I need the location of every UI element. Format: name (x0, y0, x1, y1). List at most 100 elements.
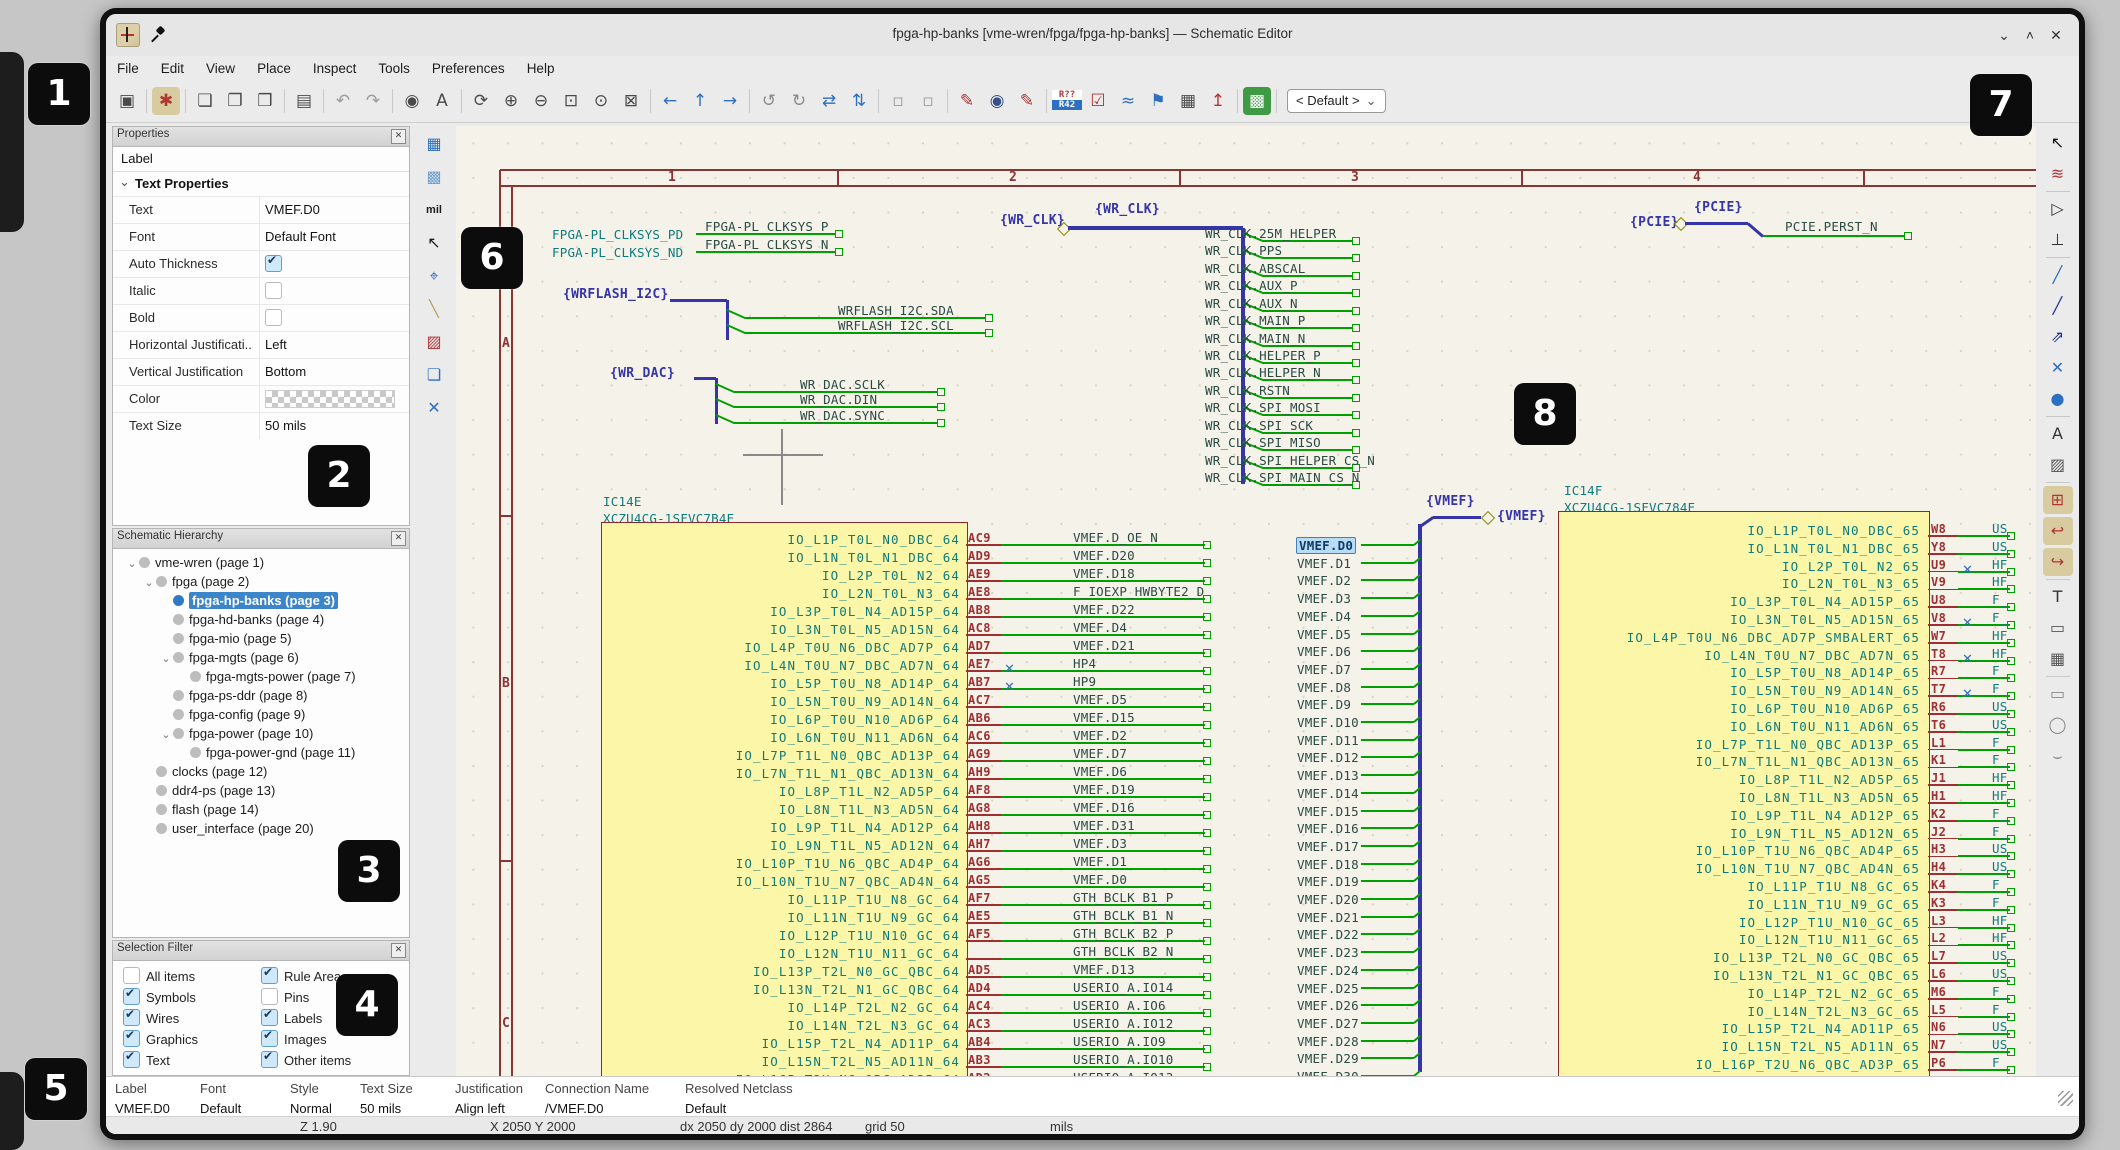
highlight-net-tool[interactable]: ≋ (2043, 160, 2073, 188)
net-label[interactable]: USERIO_A.IO12 (1073, 1016, 1173, 1031)
hierarchical-sheet-tool[interactable]: ⊞ (2043, 486, 2073, 514)
net-label-fragment[interactable]: HF (1992, 930, 2007, 945)
net-label[interactable]: VMEF.D22 (1073, 602, 1135, 617)
menu-tools[interactable]: Tools (367, 56, 421, 81)
wire[interactable] (1747, 222, 1764, 237)
page-settings-button[interactable]: ❏ (191, 87, 219, 115)
net-label[interactable]: VMEF.D6 (1297, 644, 1351, 659)
filter-graphics[interactable]: Graphics (123, 1030, 198, 1047)
place-table-tool[interactable]: ▦ (2043, 645, 2073, 673)
net-label-fragment[interactable]: US (1992, 1019, 2007, 1034)
wire-to-bus-entry-tool[interactable]: ⇗ (2043, 323, 2073, 351)
annotate-button[interactable]: R??R42 (1052, 87, 1082, 118)
schematic-canvas[interactable]: 1234ABCFPGA-PL_CLKSYS_PDFPGA-PL_CLKSYS_N… (456, 126, 2036, 1076)
filter-other-items[interactable]: Other items (261, 1051, 351, 1068)
find-button[interactable]: ◉ (398, 87, 426, 115)
no-connect-tool[interactable]: ✕ (2043, 354, 2073, 382)
cross-probe-icon[interactable]: ✕ (419, 393, 449, 423)
sheet-item-fpga-mgts[interactable]: ⌄fpga-mgts (page 6) (119, 648, 409, 667)
net-label-fragment[interactable]: F_ (1992, 895, 2007, 910)
filter-checkbox[interactable] (123, 967, 140, 984)
net-label-fragment[interactable]: F_ (1992, 806, 2007, 821)
wire[interactable] (696, 251, 836, 253)
filter-text[interactable]: Text (123, 1051, 170, 1068)
dashed-rect-icon-2[interactable]: ▫ (914, 87, 942, 115)
net-label[interactable]: VMEF.D31 (1073, 818, 1135, 833)
sheet-frame[interactable] (499, 170, 500, 1076)
sheet-item-flash[interactable]: flash (page 14) (119, 800, 409, 819)
menu-view[interactable]: View (195, 56, 246, 81)
filter-images[interactable]: Images (261, 1030, 327, 1047)
net-label[interactable]: VMEF.D22 (1297, 927, 1359, 942)
wire[interactable] (727, 309, 746, 319)
wire[interactable] (1001, 688, 1205, 690)
net-label[interactable]: F_IOEXP_HWBYTE2_D (1073, 584, 1204, 599)
wire[interactable] (1361, 1004, 1414, 1006)
zoom-fit-button[interactable]: ⊡ (557, 87, 585, 115)
bom-button[interactable]: ↥ (1204, 87, 1232, 115)
zoom-objects-button[interactable]: ⊙ (587, 87, 615, 115)
net-label[interactable]: VMEF.D23 (1297, 945, 1359, 960)
net-label[interactable]: VMEF.D24 (1297, 963, 1359, 978)
sheet-frame-tick[interactable] (500, 860, 512, 861)
wire[interactable] (1001, 670, 1205, 672)
net-label[interactable]: PCIE.PERST_N (1785, 219, 1878, 234)
cursor-crosshair[interactable] (781, 429, 782, 505)
wire[interactable] (1361, 969, 1414, 971)
find-replace-button[interactable]: A (428, 87, 456, 115)
wire[interactable] (1361, 845, 1414, 847)
net-label[interactable]: WR_CLK.SPI_MAIN_CS_N (1205, 470, 1360, 485)
net-label-fragment[interactable]: F_ (1992, 877, 2007, 892)
color-layers-icon[interactable]: ▨ (419, 327, 449, 357)
sheet-frame[interactable] (500, 185, 2036, 186)
sheet-item-clocks[interactable]: clocks (page 12) (119, 762, 409, 781)
net-label-fragment[interactable]: F_ (1992, 592, 2007, 607)
selection-filter-title[interactable]: Selection Filter ✕ (113, 941, 409, 961)
net-label[interactable]: WRFLASH_I2C.SCL (838, 318, 954, 333)
filter-rule-areas[interactable]: Rule Areas (261, 967, 348, 984)
wire[interactable] (694, 377, 716, 380)
filter-checkbox[interactable] (261, 988, 278, 1005)
sheet-frame-tick[interactable] (1179, 170, 1180, 186)
net-label[interactable]: GTH_BCLK_B1_N (1073, 908, 1173, 923)
symbol-fields-table-button[interactable]: ▦ (1174, 87, 1202, 115)
net-label[interactable]: VMEF.D5 (1297, 627, 1351, 642)
net-label[interactable]: WR_CLK.AUX_N (1205, 296, 1298, 311)
net-label[interactable]: WR_CLK.ABSCAL (1205, 261, 1305, 276)
sheet-item-user_interface[interactable]: user_interface (page 20) (119, 819, 409, 838)
net-label[interactable]: HP9 (1073, 674, 1096, 689)
wire[interactable] (1361, 739, 1414, 741)
net-label-fragment[interactable]: F_ (1992, 984, 2007, 999)
net-label[interactable]: VMEF.D4 (1297, 609, 1351, 624)
net-label[interactable]: VMEF.D17 (1297, 839, 1359, 854)
sheet-item-fpga-ps-ddr[interactable]: fpga-ps-ddr (page 8) (119, 686, 409, 705)
wire[interactable] (1685, 222, 1748, 225)
wire[interactable] (1433, 516, 1481, 519)
wire[interactable] (727, 324, 746, 334)
wire[interactable] (670, 299, 727, 302)
wire[interactable] (726, 300, 729, 340)
menu-preferences[interactable]: Preferences (421, 56, 516, 81)
net-label-fragment[interactable]: US (1992, 841, 2007, 856)
net-label[interactable]: VMEF.D_OE_N (1073, 530, 1158, 545)
print-button[interactable]: ❐ (221, 87, 249, 115)
symbol-reference[interactable]: IC14F (1564, 483, 1603, 498)
wire[interactable] (1361, 987, 1414, 989)
net-label[interactable]: WR_CLK.MAIN_P (1205, 313, 1305, 328)
import-sheet-pin-tool[interactable]: ↩ (2043, 517, 2073, 545)
filter-pins[interactable]: Pins (261, 988, 309, 1005)
net-label[interactable]: WR_CLK.SPI_SCK (1205, 418, 1313, 433)
net-label[interactable]: VMEF.D9 (1297, 697, 1351, 712)
net-label[interactable]: VMEF.D15 (1073, 710, 1135, 725)
cursor-crosshair[interactable] (743, 454, 823, 455)
property-checkbox[interactable] (265, 282, 282, 299)
sheet-item-fpga-config[interactable]: fpga-config (page 9) (119, 705, 409, 724)
filter-wires[interactable]: Wires (123, 1009, 179, 1026)
net-label[interactable]: WR_DAC.SCLK (800, 377, 885, 392)
wire[interactable] (1361, 933, 1414, 935)
property-value[interactable]: Bottom (265, 364, 306, 379)
net-label[interactable]: VMEF.D16 (1297, 821, 1359, 836)
sheet-item-vme-wren[interactable]: ⌄vme-wren (page 1) (119, 553, 409, 572)
net-label[interactable]: VMEF.D4 (1073, 620, 1127, 635)
menu-help[interactable]: Help (516, 56, 566, 81)
